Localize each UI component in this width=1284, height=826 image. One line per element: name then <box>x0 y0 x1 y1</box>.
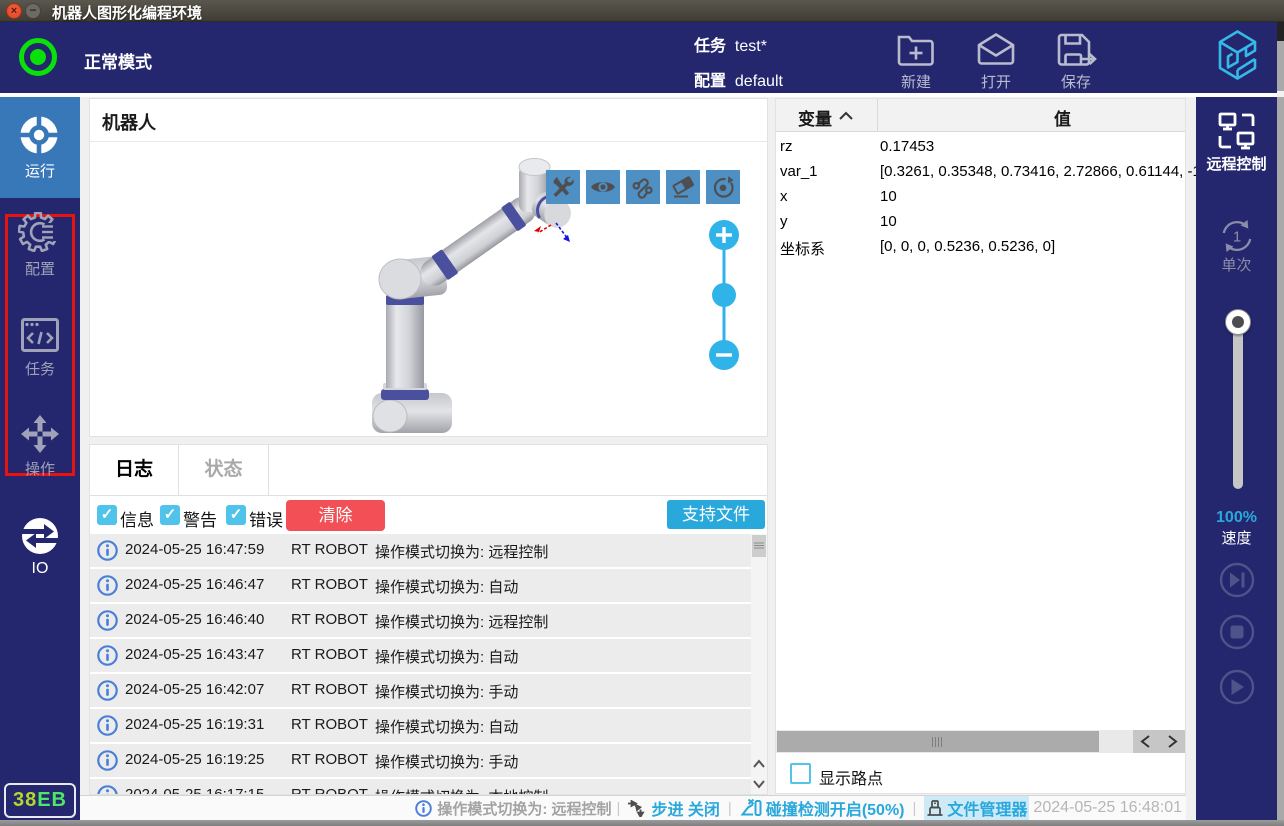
svg-text:1: 1 <box>1233 229 1241 246</box>
